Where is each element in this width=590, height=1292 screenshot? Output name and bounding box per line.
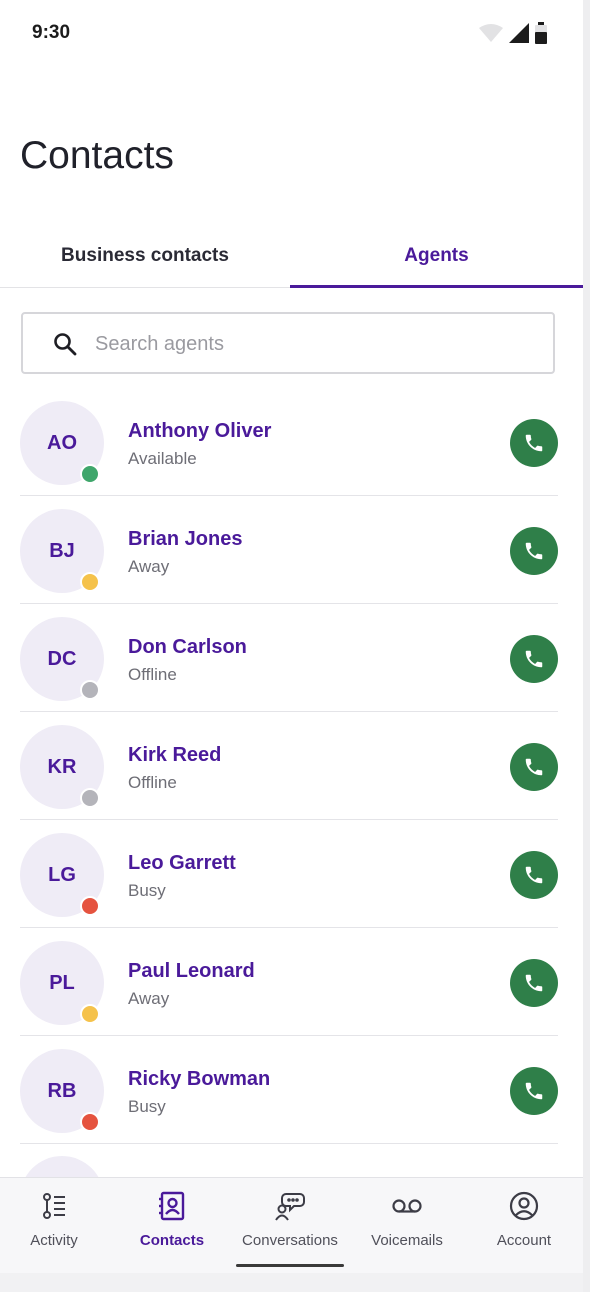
call-button[interactable] [510,1067,558,1115]
nav-account[interactable]: Account [466,1178,582,1274]
call-button[interactable] [510,959,558,1007]
signal-icon [509,23,529,43]
agent-status: Away [128,989,170,1008]
agent-status: Offline [128,773,177,792]
presence-indicator [80,1004,100,1024]
status-icons [479,22,547,44]
nav-voicemails[interactable]: Voicemails [349,1178,465,1274]
nav-label: Contacts [139,1232,205,1249]
nav-label: Voicemails [371,1232,443,1249]
active-tab-indicator [290,285,583,288]
phone-icon [525,758,543,776]
avatar [20,1156,104,1178]
presence-indicator [80,788,100,808]
avatar-initials: BJ [49,539,75,562]
agent-row[interactable]: AO Anthony Oliver Available [0,388,583,496]
nav-label: Account [496,1232,552,1249]
avatar-initials: LG [48,863,76,886]
agent-row[interactable]: RB Ricky Bowman Busy [0,1036,583,1144]
agent-row-partial[interactable] [0,1144,583,1178]
nav-conversations[interactable]: Conversations [231,1178,349,1274]
nav-label: Conversations [242,1232,338,1249]
agent-row[interactable]: PL Paul Leonard Away [0,928,583,1036]
conversations-icon [274,1190,306,1222]
battery-icon [535,22,547,44]
call-button[interactable] [510,743,558,791]
agent-list: AO Anthony Oliver Available BJ Brian Jon… [0,388,583,1178]
phone-screen: 9:30 Contacts Business contacts Agents A… [0,0,583,1292]
search-box[interactable] [21,312,555,374]
status-bar: 9:30 [0,0,583,66]
agent-row[interactable]: BJ Brian Jones Away [0,496,583,604]
contacts-icon [157,1190,187,1222]
agent-name: Don Carlson [128,636,247,658]
agent-status: Busy [128,881,166,900]
avatar-initials: PL [49,971,75,994]
background-strip [583,0,590,1292]
agent-status: Away [128,557,170,576]
call-button[interactable] [510,635,558,683]
presence-indicator [80,896,100,916]
agent-status: Available [128,449,197,468]
agent-row[interactable]: DC Don Carlson Offline [0,604,583,712]
page-title: Contacts [20,134,174,177]
agent-status: Offline [128,665,177,684]
call-button[interactable] [510,527,558,575]
agent-row[interactable]: KR Kirk Reed Offline [0,712,583,820]
nav-activity[interactable]: Activity [0,1178,112,1274]
agent-name: Brian Jones [128,528,243,550]
tab-agents[interactable]: Agents [290,224,583,287]
agent-row[interactable]: LG Leo Garrett Busy [0,820,583,928]
account-icon [509,1190,539,1222]
phone-icon [525,434,543,452]
phone-icon [525,974,543,992]
avatar-initials: KR [47,755,77,778]
phone-icon [525,866,543,884]
home-indicator [236,1264,344,1267]
nav-contacts[interactable]: Contacts [114,1178,230,1274]
avatar-initials: RB [47,1079,77,1102]
presence-indicator [80,1112,100,1132]
tab-business-contacts[interactable]: Business contacts [0,224,290,287]
search-input[interactable] [93,328,537,360]
phone-icon [525,650,543,668]
phone-icon [525,1082,543,1100]
agent-name: Anthony Oliver [128,420,272,442]
phone-icon [525,542,543,560]
call-button[interactable] [510,419,558,467]
avatar-initials: AO [47,431,77,454]
avatar-initials: DC [47,647,77,670]
presence-indicator [80,464,100,484]
agent-name: Ricky Bowman [128,1068,271,1090]
search-icon [54,333,77,356]
presence-indicator [80,572,100,592]
agent-name: Paul Leonard [128,960,255,982]
call-button[interactable] [510,851,558,899]
activity-icon [39,1190,69,1222]
contacts-tabs: Business contacts Agents [0,224,583,288]
gesture-area [0,1273,583,1292]
presence-indicator [80,680,100,700]
bottom-navigation: Activity Contacts Conversations Voicemai… [0,1177,583,1274]
agent-status: Busy [128,1097,166,1116]
agent-name: Leo Garrett [128,852,236,874]
nav-label: Activity [30,1232,78,1249]
status-time: 9:30 [32,22,71,43]
voicemail-icon [391,1190,423,1222]
wifi-icon [479,24,503,42]
agent-name: Kirk Reed [128,744,222,766]
